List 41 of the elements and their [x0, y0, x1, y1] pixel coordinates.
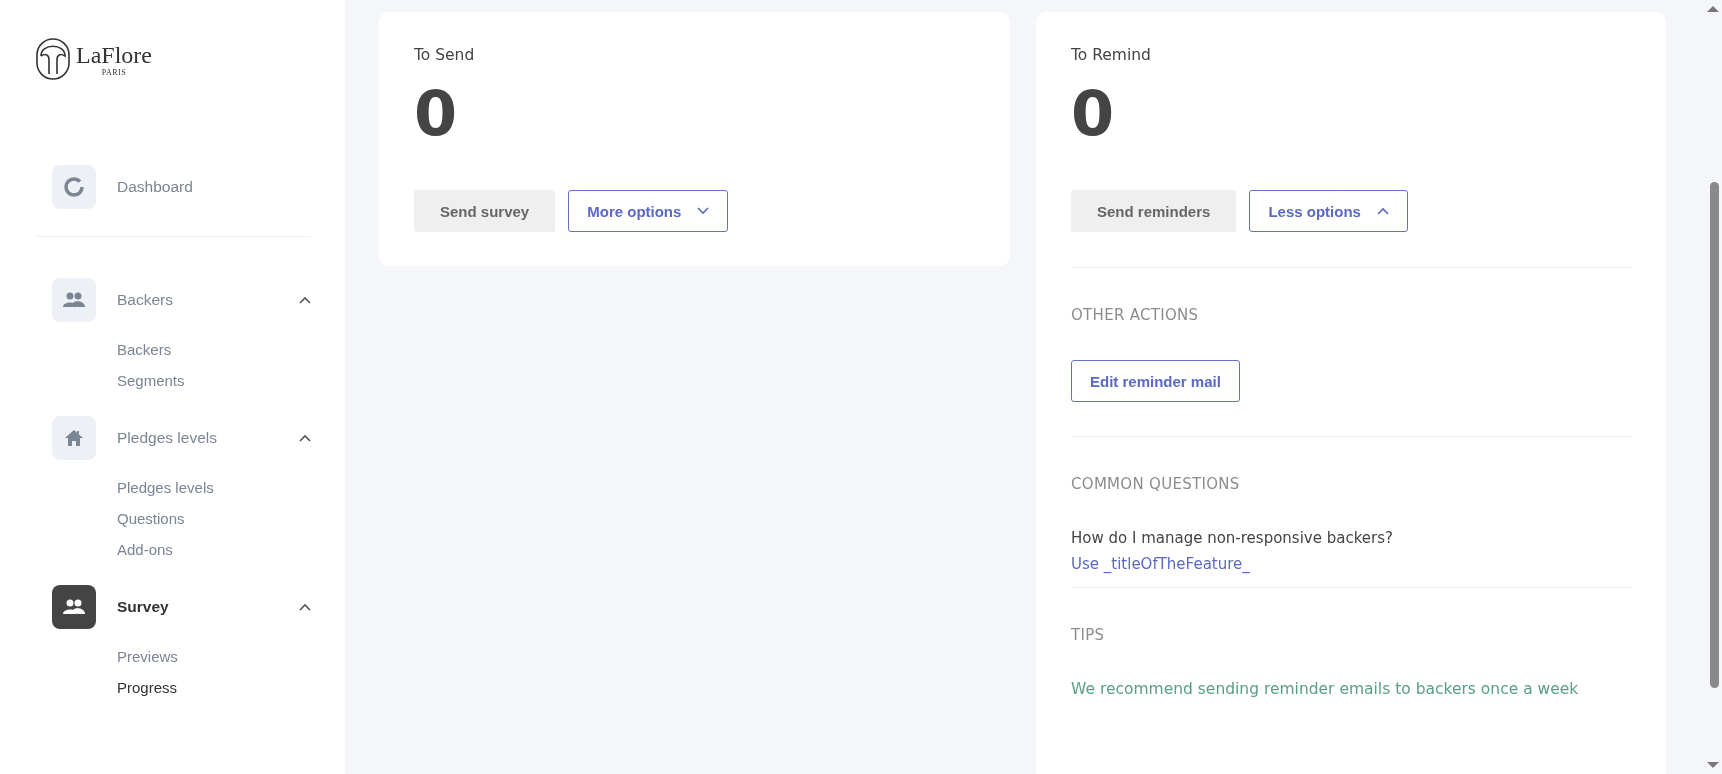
- nav-subitem[interactable]: Previews: [117, 648, 178, 665]
- scroll-up-icon[interactable]: [1707, 6, 1719, 12]
- people-icon: [62, 292, 86, 308]
- people-icon: [62, 599, 86, 615]
- question-text: How do I manage non-responsive backers?: [1071, 529, 1394, 547]
- nav-subitem[interactable]: Segments: [117, 372, 185, 389]
- chevron-icon[interactable]: [299, 434, 311, 442]
- edit-mail-button[interactable]: Edit reminder mail: [1071, 360, 1240, 402]
- section-heading: COMMON QUESTIONS: [1071, 475, 1241, 493]
- donut-icon: [63, 176, 85, 198]
- nav-subitem[interactable]: Questions: [117, 510, 185, 527]
- nav-subitem[interactable]: Progress: [117, 679, 178, 696]
- count-value: 0: [414, 76, 459, 152]
- chevron-icon[interactable]: [697, 207, 710, 215]
- nav-subitem[interactable]: Backers: [117, 341, 172, 358]
- mushroom-logo-icon: [36, 38, 70, 80]
- section-heading: TIPS: [1071, 626, 1106, 644]
- chevron-icon[interactable]: [1376, 207, 1389, 215]
- nav-item[interactable]: Dashboard: [36, 164, 311, 210]
- tip-text: We recommend sending reminder emails to backers once a week: [1071, 679, 1580, 700]
- action-button[interactable]: Send survey: [414, 190, 556, 232]
- options-toggle-button[interactable]: More options: [568, 190, 729, 232]
- count-value: 0: [1071, 76, 1116, 152]
- nav-item[interactable]: Pledges levels: [36, 415, 311, 461]
- logo-subtitle: PARIS: [101, 67, 127, 77]
- chevron-icon[interactable]: [299, 603, 311, 611]
- scroll-down-icon[interactable]: [1707, 762, 1719, 768]
- scrollbar-thumb[interactable]: [1710, 182, 1719, 688]
- action-button[interactable]: Send reminders: [1071, 190, 1237, 232]
- chevron-icon[interactable]: [299, 296, 311, 304]
- section-heading: OTHER ACTIONS: [1071, 306, 1200, 324]
- nav-subitem[interactable]: Pledges levels: [117, 479, 214, 496]
- nav-item[interactable]: Backers: [36, 277, 311, 323]
- answer-link[interactable]: Use _titleOfTheFeature_: [1071, 555, 1250, 573]
- nav-subitem[interactable]: Add-ons: [117, 541, 173, 558]
- logo-name: LaFlore: [76, 41, 152, 68]
- house-icon: [64, 429, 84, 447]
- nav-item[interactable]: Survey: [36, 584, 311, 630]
- card-title: To Send: [414, 46, 476, 64]
- card-title: To Remind: [1071, 46, 1152, 64]
- options-toggle-button[interactable]: Less options: [1249, 190, 1408, 232]
